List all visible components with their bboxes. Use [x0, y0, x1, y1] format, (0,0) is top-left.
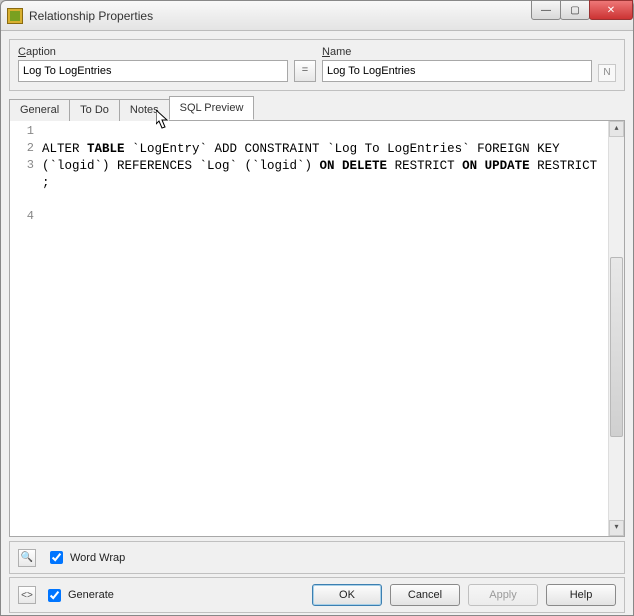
editor-toolbar: 🔍 Word Wrap: [9, 541, 625, 574]
tab-general[interactable]: General: [9, 99, 70, 121]
line-gutter: 1 2 3 4: [10, 121, 40, 536]
caption-input[interactable]: [18, 60, 288, 82]
content-area: Caption = Name N General To Do Notes SQL…: [1, 31, 633, 615]
sql-editor[interactable]: 1 2 3 4 ALTER TABLE `LogEntry` ADD CONST…: [9, 121, 625, 537]
scroll-up-icon[interactable]: ▴: [609, 121, 624, 137]
script-icon[interactable]: <>: [18, 586, 36, 604]
code-area[interactable]: ALTER TABLE `LogEntry` ADD CONSTRAINT `L…: [40, 121, 608, 536]
generate-label: Generate: [68, 589, 114, 601]
close-button[interactable]: ✕: [589, 0, 633, 20]
name-label: Name: [322, 46, 592, 58]
wordwrap-input[interactable]: [50, 551, 63, 564]
app-icon: [7, 8, 23, 24]
window-title: Relationship Properties: [29, 9, 153, 23]
tab-sqlpreview[interactable]: SQL Preview: [169, 96, 255, 120]
scroll-thumb[interactable]: [610, 257, 623, 437]
generate-checkbox[interactable]: Generate: [44, 586, 114, 605]
sync-caption-name-button[interactable]: =: [294, 60, 316, 82]
vertical-scrollbar[interactable]: ▴ ▾: [608, 121, 624, 536]
tabstrip: General To Do Notes SQL Preview: [9, 97, 625, 121]
tab-todo[interactable]: To Do: [69, 99, 120, 121]
ok-button[interactable]: OK: [312, 584, 382, 606]
scroll-track[interactable]: [609, 137, 624, 520]
dialog-button-row: <> Generate OK Cancel Apply Help: [9, 577, 625, 613]
wordwrap-label: Word Wrap: [70, 552, 125, 564]
minimize-button[interactable]: —: [531, 0, 561, 20]
maximize-button[interactable]: ▢: [560, 0, 590, 20]
apply-button[interactable]: Apply: [468, 584, 538, 606]
wordwrap-checkbox[interactable]: Word Wrap: [46, 548, 125, 567]
name-options-icon[interactable]: N: [598, 64, 616, 82]
titlebar[interactable]: Relationship Properties — ▢ ✕: [1, 1, 633, 31]
cancel-button[interactable]: Cancel: [390, 584, 460, 606]
name-input[interactable]: [322, 60, 592, 82]
generate-input[interactable]: [48, 589, 61, 602]
caption-label: Caption: [18, 46, 288, 58]
scroll-down-icon[interactable]: ▾: [609, 520, 624, 536]
header-panel: Caption = Name N: [9, 39, 625, 91]
dialog-window: Relationship Properties — ▢ ✕ Caption = …: [0, 0, 634, 616]
help-button[interactable]: Help: [546, 584, 616, 606]
tab-notes[interactable]: Notes: [119, 99, 170, 121]
zoom-icon[interactable]: 🔍: [18, 549, 36, 567]
